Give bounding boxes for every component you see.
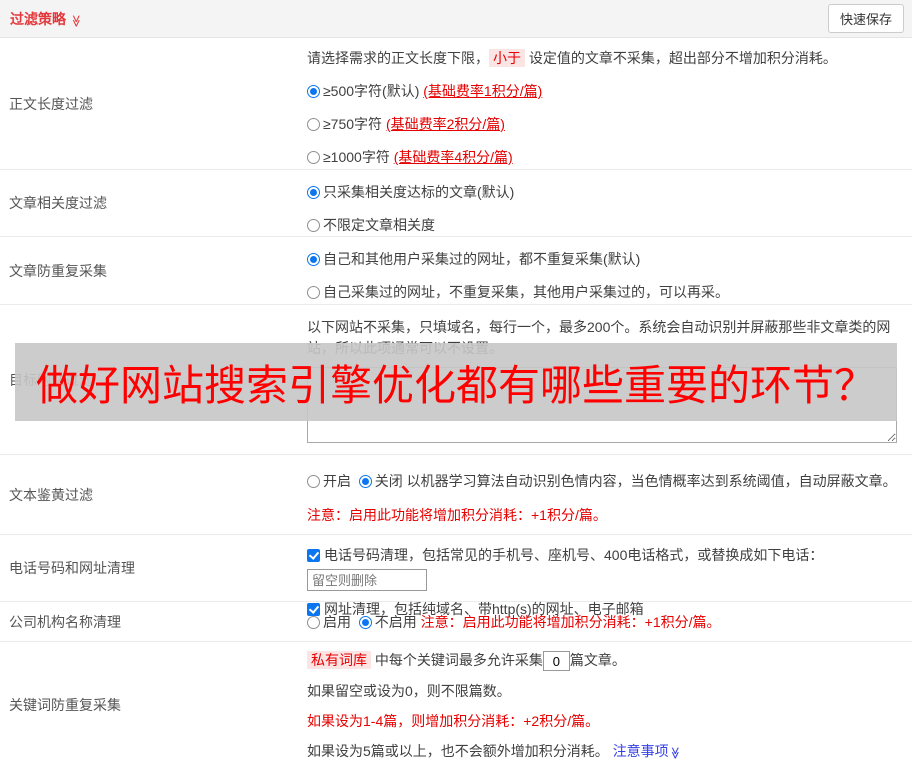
quick-save-button[interactable]: 快速保存 <box>827 4 904 33</box>
checkbox-phone-cleanup[interactable]: 电话号码清理，包括常见的手机号、座机号、400电话格式，或替换成如下电话： <box>307 543 902 592</box>
overlay-ad-banner: 做好网站搜索引擎优化都有哪些重要的环节？ <box>15 343 897 421</box>
radio-icon[interactable] <box>307 286 320 299</box>
limit-text: 中每个关键词最多允许采集 <box>374 652 543 668</box>
radio-label: 自己和其他用户采集过的网址，都不重复采集(默认) <box>323 251 641 267</box>
row-label: 文章相关度过滤 <box>9 195 107 211</box>
section-title-filter-strategy[interactable]: 过滤策略 ≫ <box>10 9 84 29</box>
row-relevance-filter: 文章相关度过滤 只采集相关度达标的文章(默认) 不限定文章相关度 <box>0 170 912 237</box>
radio-label: 不限定文章相关度 <box>323 217 435 233</box>
length-intro: 请选择需求的正文长度下限， 小于 设定值的文章不采集，超出部分不增加积分消耗。 <box>307 48 902 68</box>
chevron-double-down-icon: ≫ <box>69 14 84 27</box>
overlay-ad-text: 做好网站搜索引擎优化都有哪些重要的环节？ <box>35 361 876 409</box>
topbar: 过滤策略 ≫ 快速保存 <box>0 0 912 38</box>
fee-note: (基础费率1积分/篇) <box>423 83 543 99</box>
row-label: 公司机构名称清理 <box>9 613 121 630</box>
keyword-rule-1to4: 如果设为1-4篇，则增加积分消耗：+2积分/篇。 <box>307 713 600 730</box>
radio-icon[interactable] <box>307 616 320 629</box>
radio-option-500[interactable]: ≥500字符(默认) (基础费率1积分/篇) <box>307 81 902 101</box>
private-lexicon-badge: 私有词库 <box>307 651 371 669</box>
radio-icon[interactable] <box>307 475 320 488</box>
row-content: 请选择需求的正文长度下限， 小于 设定值的文章不采集，超出部分不增加积分消耗。 ≥… <box>307 38 912 169</box>
radio-icon[interactable] <box>307 219 320 232</box>
limit-unit-text: 篇文章。 <box>569 652 626 668</box>
radio-icon[interactable] <box>307 85 320 98</box>
checkbox-label: 电话号码清理，包括常见的手机号、座机号、400电话格式，或替换成如下电话： <box>324 547 824 563</box>
row-label: 电话号码和网址清理 <box>9 560 135 576</box>
radio-icon[interactable] <box>307 151 320 164</box>
radio-label: ≥500字符(默认) <box>323 83 420 99</box>
radio-icon[interactable] <box>307 118 320 131</box>
radio-option-750[interactable]: ≥750字符 (基础费率2积分/篇) <box>307 114 902 134</box>
row-content: 电话号码清理，包括常见的手机号、座机号、400电话格式，或替换成如下电话： 网址… <box>307 535 912 617</box>
intro-after: 设定值的文章不采集，超出部分不增加积分消耗。 <box>528 50 837 66</box>
intro-before: 请选择需求的正文长度下限， <box>307 50 489 66</box>
checkbox-icon[interactable] <box>307 549 320 562</box>
radio-label: 关闭 <box>374 473 403 489</box>
keyword-rule-empty: 如果留空或设为0，则不限篇数。 <box>307 683 511 700</box>
radio-option-1000[interactable]: ≥1000字符 (基础费率4积分/篇) <box>307 147 902 167</box>
radio-icon[interactable] <box>307 186 320 199</box>
radio-label: 自己采集过的网址，不重复采集，其他用户采集过的，可以再采。 <box>323 284 729 300</box>
replacement-phone-input[interactable] <box>307 569 427 592</box>
radio-option-disable[interactable]: 不启用 <box>358 614 417 630</box>
company-cleanup-options: 启用 不启用 注意：启用此功能将增加积分消耗：+1积分/篇。 <box>307 612 902 632</box>
radio-option-enable[interactable]: 启用 <box>307 614 351 630</box>
row-content: 开启 关闭 以机器学习算法自动识别色情内容，当色情概率达到系统阈值，自动屏蔽文章… <box>307 455 912 534</box>
row-keyword-anti-duplicate: 关键词防重复采集 私有词库 中每个关键词最多允许采集 篇文章。 如果留空或设为0，… <box>0 642 912 768</box>
fee-note: (基础费率2积分/篇) <box>385 116 505 132</box>
notes-link[interactable]: 注意事项≫ <box>613 743 682 759</box>
notes-link-text: 注意事项 <box>612 743 669 760</box>
row-content: 启用 不启用 注意：启用此功能将增加积分消耗：+1积分/篇。 <box>307 602 912 641</box>
keyword-rule-5plus: 如果设为5篇或以上，也不会额外增加积分消耗。 注意事项≫ <box>307 741 902 762</box>
row-anti-duplicate: 文章防重复采集 自己和其他用户采集过的网址，都不重复采集(默认) 自己采集过的网… <box>0 237 912 305</box>
row-porn-filter: 文本鉴黄过滤 开启 关闭 以机器学习算法自动识别色情内容，当色情概率达到系统阈值… <box>0 455 912 535</box>
radio-label: ≥750字符 <box>323 116 383 132</box>
radio-option-no-limit[interactable]: 不限定文章相关度 <box>307 215 902 235</box>
radio-label: ≥1000字符 <box>323 149 390 165</box>
row-label: 文章防重复采集 <box>9 262 107 279</box>
radio-label: 只采集相关度达标的文章(默认) <box>323 184 515 200</box>
keyword-limit-line: 私有词库 中每个关键词最多允许采集 篇文章。 <box>307 650 902 672</box>
row-company-name-cleanup: 公司机构名称清理 启用 不启用 注意：启用此功能将增加积分消耗：+1积分/篇。 <box>0 602 912 642</box>
radio-label: 不启用 <box>374 614 417 630</box>
row-content: 私有词库 中每个关键词最多允许采集 篇文章。 如果留空或设为0，则不限篇数。 如果… <box>307 642 912 768</box>
porn-filter-warning: 注意：启用此功能将增加积分消耗：+1积分/篇。 <box>307 507 607 523</box>
radio-option-off[interactable]: 关闭 <box>358 473 403 489</box>
keyword-count-input[interactable] <box>542 651 570 672</box>
radio-option-relevant-only[interactable]: 只采集相关度达标的文章(默认) <box>307 182 902 202</box>
company-cleanup-warning: 注意：启用此功能将增加积分消耗：+1积分/篇。 <box>420 614 721 630</box>
radio-icon[interactable] <box>307 253 320 266</box>
row-phone-url-cleanup: 电话号码和网址清理 电话号码清理，包括常见的手机号、座机号、400电话格式，或替… <box>0 535 912 617</box>
rule-text: 如果设为5篇或以上，也不会额外增加积分消耗。 <box>307 743 609 760</box>
porn-filter-options: 开启 关闭 以机器学习算法自动识别色情内容，当色情概率达到系统阈值，自动屏蔽文章… <box>307 471 902 491</box>
section-title-text: 过滤策略 <box>10 10 66 27</box>
radio-icon[interactable] <box>358 475 372 488</box>
row-content: 自己和其他用户采集过的网址，都不重复采集(默认) 自己采集过的网址，不重复采集，… <box>307 237 912 304</box>
radio-option-on[interactable]: 开启 <box>307 473 351 489</box>
radio-icon[interactable] <box>358 616 372 629</box>
radio-label: 开启 <box>323 473 351 489</box>
radio-label: 启用 <box>323 614 351 630</box>
checkbox-icon[interactable] <box>307 603 320 617</box>
row-label: 关键词防重复采集 <box>9 697 121 713</box>
row-label: 文本鉴黄过滤 <box>9 486 93 503</box>
radio-option-all-users[interactable]: 自己和其他用户采集过的网址，都不重复采集(默认) <box>307 249 902 269</box>
fee-note: (基础费率4积分/篇) <box>393 149 513 165</box>
row-content: 只采集相关度达标的文章(默认) 不限定文章相关度 <box>307 170 912 236</box>
porn-filter-description: 以机器学习算法自动识别色情内容，当色情概率达到系统阈值，自动屏蔽文章。 <box>406 473 897 489</box>
chevron-double-down-icon: ≫ <box>667 747 682 760</box>
filter-settings-page: 过滤策略 ≫ 快速保存 正文长度过滤 请选择需求的正文长度下限， 小于 设定值的文… <box>0 0 912 768</box>
radio-option-self-only[interactable]: 自己采集过的网址，不重复采集，其他用户采集过的，可以再采。 <box>307 282 902 302</box>
row-content-length-filter: 正文长度过滤 请选择需求的正文长度下限， 小于 设定值的文章不采集，超出部分不增加… <box>0 38 912 170</box>
less-than-highlight: 小于 <box>489 49 525 67</box>
row-label: 正文长度过滤 <box>9 95 93 112</box>
